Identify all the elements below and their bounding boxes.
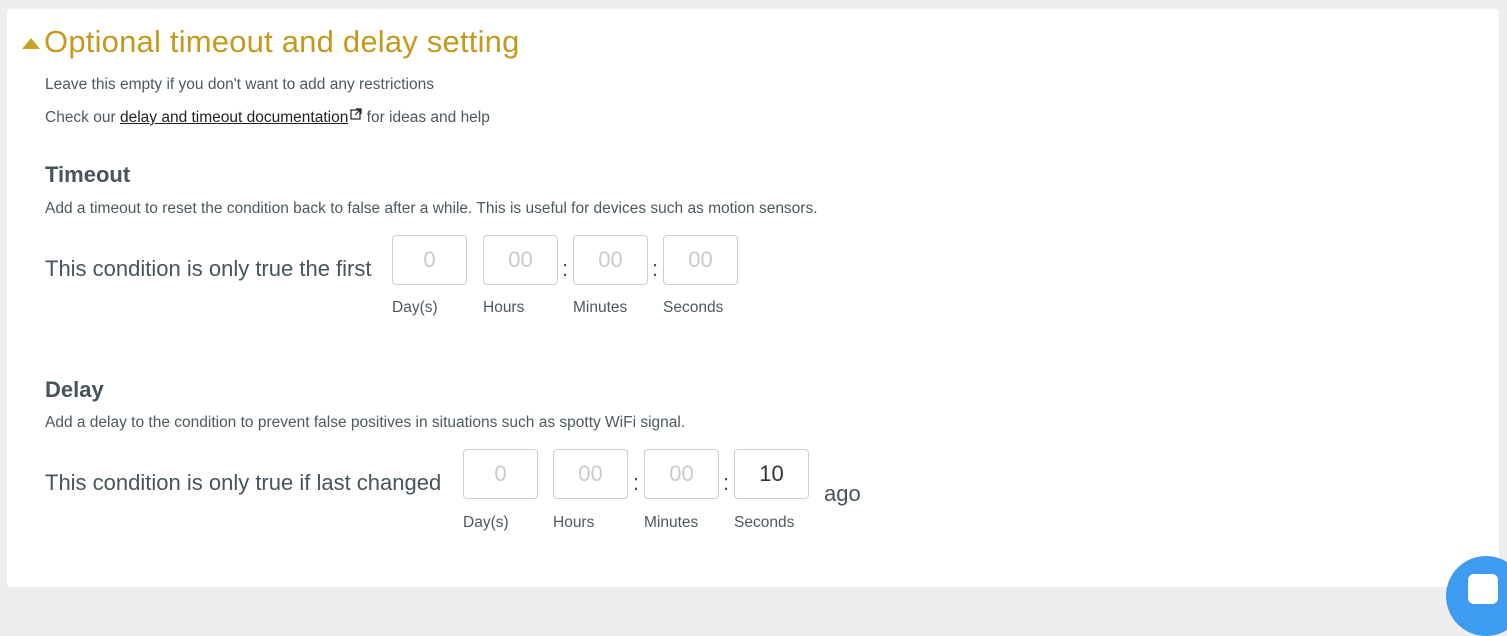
doc-link[interactable]: delay and timeout documentation <box>119 107 362 126</box>
external-link-icon <box>350 107 362 125</box>
chat-icon <box>1468 574 1498 604</box>
delay-suffix: ago <box>824 481 861 506</box>
doc-hint: Check our delay and timeout documentatio… <box>45 107 490 127</box>
delay-hours-input[interactable] <box>553 449 628 499</box>
timeout-description: Add a timeout to reset the condition bac… <box>45 200 818 217</box>
delay-seconds-input[interactable] <box>734 449 809 499</box>
delay-minutes-unit: Minutes <box>644 514 699 531</box>
timeout-heading: Timeout <box>45 162 131 187</box>
timeout-minutes-input[interactable] <box>573 235 648 285</box>
timeout-minutes-unit: Minutes <box>573 299 628 316</box>
section-title: Optional timeout and delay setting <box>44 24 520 59</box>
delay-hours-unit: Hours <box>553 514 595 531</box>
delay-label: This condition is only true if last chan… <box>45 470 442 495</box>
settings-card <box>7 9 1499 587</box>
timeout-hours-input[interactable] <box>483 235 558 285</box>
caret-up-icon <box>22 37 40 49</box>
doc-hint-suffix: for ideas and help <box>366 109 490 126</box>
doc-hint-prefix: Check our <box>45 109 116 126</box>
section-toggle[interactable]: Optional timeout and delay setting <box>22 24 520 60</box>
delay-colon-1: : <box>633 470 640 495</box>
delay-days-input[interactable] <box>463 449 538 499</box>
doc-link-label: delay and timeout documentation <box>119 109 349 126</box>
intro-text: Leave this empty if you don't want to ad… <box>45 76 434 93</box>
timeout-label: This condition is only true the first <box>45 256 372 281</box>
timeout-seconds-input[interactable] <box>663 235 738 285</box>
timeout-hours-unit: Hours <box>483 299 525 316</box>
timeout-days-input[interactable] <box>392 235 467 285</box>
timeout-colon-1: : <box>562 256 569 281</box>
delay-heading: Delay <box>45 377 104 402</box>
delay-minutes-input[interactable] <box>644 449 719 499</box>
delay-description: Add a delay to the condition to prevent … <box>45 414 686 431</box>
delay-days-unit: Day(s) <box>463 514 509 531</box>
timeout-seconds-unit: Seconds <box>663 299 724 316</box>
timeout-colon-2: : <box>652 256 659 281</box>
timeout-days-unit: Day(s) <box>392 299 438 316</box>
delay-seconds-unit: Seconds <box>734 514 795 531</box>
delay-colon-2: : <box>723 470 730 495</box>
